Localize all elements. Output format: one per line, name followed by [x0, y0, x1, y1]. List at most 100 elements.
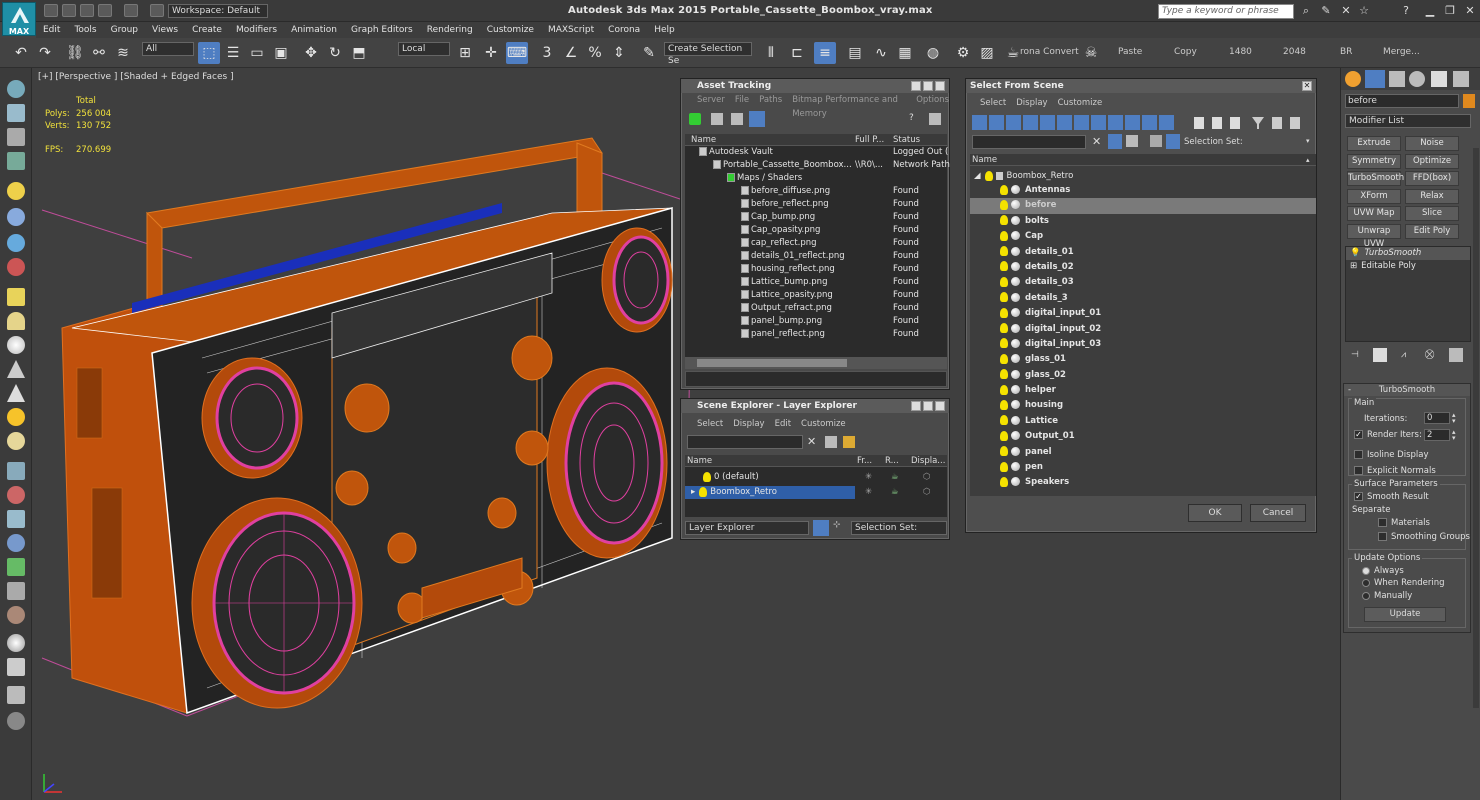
table-view-icon[interactable]: [731, 113, 743, 125]
modifier-button[interactable]: TurboSmooth: [1347, 171, 1404, 186]
column-display[interactable]: Displa...: [911, 455, 945, 467]
unlink-icon[interactable]: ⚯: [88, 42, 110, 64]
rotate-icon[interactable]: ↻: [324, 42, 346, 64]
bulb-icon[interactable]: [1000, 215, 1008, 226]
manually-radio[interactable]: [1362, 591, 1370, 600]
asset-row[interactable]: details_01_reflect.png Found: [685, 250, 947, 263]
minimize-icon[interactable]: [911, 401, 921, 411]
list-view-icon[interactable]: [711, 113, 723, 125]
find-icon[interactable]: [825, 436, 837, 448]
curve-editor-icon[interactable]: ∿: [870, 42, 892, 64]
smooth-result-row[interactable]: ✓ Smooth Result: [1354, 492, 1429, 502]
collapse-arrow-icon[interactable]: ◢: [974, 171, 981, 181]
column-frozen[interactable]: Fr...: [857, 455, 872, 467]
expand-arrow-icon[interactable]: ▸: [691, 487, 695, 497]
bulb-icon[interactable]: [1000, 292, 1008, 303]
menu-modifiers[interactable]: Modifiers: [229, 25, 284, 35]
toolbar-icon-4[interactable]: [7, 152, 25, 170]
always-row[interactable]: Always: [1362, 566, 1404, 576]
app-logo-button[interactable]: MAX: [2, 2, 36, 36]
menu-group[interactable]: Group: [104, 25, 145, 35]
layers-icon[interactable]: [1150, 135, 1162, 147]
bulb-icon[interactable]: [699, 486, 708, 497]
bulb-icon[interactable]: [1000, 199, 1008, 210]
scene-item[interactable]: glass_02: [970, 368, 1316, 383]
render-iters-checkbox[interactable]: ✓: [1354, 430, 1363, 439]
menu-customize[interactable]: Customize: [1058, 96, 1103, 113]
help-circle-icon[interactable]: [7, 712, 25, 730]
teapot-icon[interactable]: ☕: [891, 471, 899, 484]
selection-set-arrow-icon[interactable]: ▾: [1306, 137, 1310, 145]
bulb-icon[interactable]: [1000, 338, 1008, 349]
sphere-icon[interactable]: [7, 336, 25, 354]
menu-maxscript[interactable]: MAXScript: [541, 25, 601, 35]
toolbar-icon-8[interactable]: [7, 258, 25, 276]
restore-window-icon[interactable]: ❐: [1442, 4, 1458, 18]
asset-row[interactable]: panel_reflect.png Found: [685, 328, 947, 341]
toolbar-icon-7[interactable]: [7, 234, 25, 252]
subscription-icon[interactable]: ✎: [1318, 4, 1334, 18]
scene-item[interactable]: glass_01: [970, 352, 1316, 367]
menu-corona[interactable]: Corona: [601, 25, 647, 35]
asset-row[interactable]: panel_bump.png Found: [685, 315, 947, 328]
modifier-button[interactable]: Unwrap UVW: [1347, 223, 1401, 249]
menu-graph-editors[interactable]: Graph Editors: [344, 25, 420, 35]
scene-item[interactable]: digital_input_03: [970, 337, 1316, 352]
close-icon[interactable]: [935, 401, 945, 411]
asset-row[interactable]: Lattice_bump.png Found: [685, 276, 947, 289]
scene-search-input[interactable]: [972, 135, 1086, 149]
menu-rendering[interactable]: Rendering: [420, 25, 480, 35]
bulb-icon[interactable]: [984, 170, 993, 181]
explicit-normals-checkbox[interactable]: [1354, 466, 1363, 475]
display-box-icon[interactable]: ⬡: [923, 486, 930, 499]
pin-stack-icon[interactable]: ⊣: [1351, 350, 1359, 360]
smooth-result-checkbox[interactable]: ✓: [1354, 492, 1363, 501]
modifier-button[interactable]: Extrude: [1347, 136, 1401, 151]
bulb-icon[interactable]: [1000, 246, 1008, 257]
modifier-button[interactable]: XForm: [1347, 188, 1401, 204]
layer-search-input[interactable]: [687, 435, 803, 449]
select-from-scene-title[interactable]: Select From Scene ✕: [966, 79, 1316, 93]
isoline-display-row[interactable]: Isoline Display: [1354, 450, 1429, 460]
toolbar-icon-24[interactable]: [7, 658, 25, 676]
schematic-view-icon[interactable]: ▦: [894, 42, 916, 64]
scene-item[interactable]: before: [970, 198, 1316, 214]
isoline-checkbox[interactable]: [1354, 450, 1363, 459]
scene-item[interactable]: Speakers: [970, 475, 1316, 490]
bulb-icon[interactable]: [1000, 307, 1008, 318]
smoothing-groups-checkbox[interactable]: [1378, 532, 1387, 541]
redo-icon[interactable]: ↷: [34, 42, 56, 64]
search-input[interactable]: Type a keyword or phrase: [1158, 4, 1294, 19]
selection-filter-dropdown[interactable]: All: [142, 42, 194, 56]
bulb-icon[interactable]: [1000, 399, 1008, 410]
undo-icon[interactable]: ↶: [10, 42, 32, 64]
menu-create[interactable]: Create: [185, 25, 229, 35]
bulb-icon[interactable]: [1000, 353, 1008, 364]
scene-item[interactable]: panel: [970, 445, 1316, 460]
close-icon[interactable]: [935, 81, 945, 91]
bulb-icon[interactable]: [1000, 323, 1008, 334]
modifier-button[interactable]: Optimize: [1405, 153, 1459, 169]
toolbar-icon-25[interactable]: [7, 686, 25, 704]
undo-icon[interactable]: [98, 4, 112, 17]
always-radio[interactable]: [1362, 566, 1370, 575]
bulb-icon[interactable]: [1000, 476, 1008, 487]
select-manipulate-icon[interactable]: ✛: [480, 42, 502, 64]
menu-options[interactable]: Options: [916, 93, 949, 107]
scene-root-row[interactable]: ◢ Boombox_Retro: [970, 170, 1316, 183]
asset-row[interactable]: Autodesk Vault Logged Out (: [685, 146, 948, 159]
asset-row[interactable]: Lattice_opasity.png Found: [685, 289, 947, 302]
grid-icon[interactable]: [7, 462, 25, 480]
ok-button[interactable]: OK: [1188, 504, 1242, 522]
find-case-icon[interactable]: [1108, 134, 1122, 149]
menu-animation[interactable]: Animation: [284, 25, 344, 35]
open-file-icon[interactable]: [62, 4, 76, 17]
explicit-normals-row[interactable]: Explicit Normals: [1354, 466, 1436, 476]
asset-tracking-title[interactable]: Asset Tracking: [681, 79, 949, 93]
modifier-button[interactable]: Noise: [1405, 136, 1459, 151]
move-icon[interactable]: ✥: [300, 42, 322, 64]
motion-tab-icon[interactable]: [1409, 71, 1425, 87]
toolbar-icon-23[interactable]: [7, 634, 25, 652]
refresh-icon[interactable]: [689, 113, 701, 125]
modifier-button[interactable]: Relax: [1405, 188, 1459, 204]
